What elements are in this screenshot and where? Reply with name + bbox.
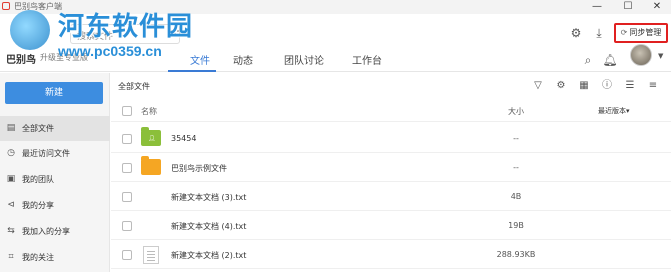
sidebar-item-team[interactable]: ▣ 我的团队 [0,167,110,192]
file-size: -- [513,134,519,143]
grid-view-icon[interactable]: ▦ [577,79,591,93]
sidebar-item-all-files[interactable]: ▤ 全部文件 [0,116,110,141]
file-name[interactable]: 新建文本文档 (3).txt [171,192,246,203]
minimize-button[interactable]: — [583,0,611,14]
team-icon: ▣ [6,174,16,184]
window-title: 巴别鸟客户端 [14,2,62,11]
file-list-panel: 全部文件 ▽ ⚙ ▦ ⓘ ☰ ≡ 名称 大小 最近版本▾ 👤︎ 35454 --… [111,73,671,272]
tab-files[interactable]: 文件 [190,52,210,67]
avatar-menu-caret-icon[interactable]: ▼ [658,52,663,60]
sync-manage-button[interactable]: ⟳ 同步管理 [614,23,668,43]
app-logo-icon [2,2,10,10]
document-icon [143,246,159,264]
tab-team-discussion[interactable]: 团队讨论 [284,52,324,67]
select-all-checkbox[interactable] [122,106,132,116]
table-row[interactable]: 新建文本文档 (3).txt 4B [111,183,671,211]
sidebar-item-label: 我加入的分享 [22,227,70,236]
sync-label: 同步管理 [629,28,662,37]
sidebar-item-recent[interactable]: ◷ 最近访问文件 [0,141,110,166]
recent-icon: ◷ [7,148,15,158]
gear-icon[interactable]: ⚙ [568,25,584,41]
search-input[interactable]: 搜索文件 [70,24,180,44]
table-row[interactable]: 新建文本文档 (4).txt 19B [111,212,671,240]
file-size: -- [513,163,519,172]
column-name[interactable]: 名称 [141,106,157,117]
top-header: 搜索文件 + ⚙ ⤓ ⟳ 同步管理 巴别鸟 升级至专业版 文件 动态 团队讨论 工… [0,14,671,72]
sort-icon[interactable]: ≡ [646,79,660,93]
search-icon[interactable]: ⌕ [580,52,596,68]
share-icon: ⊲ [7,200,15,210]
list-view-icon[interactable]: ☰ [623,79,637,93]
tab-activity[interactable]: 动态 [233,52,253,67]
settings-icon[interactable]: ⚙ [554,79,568,93]
row-checkbox[interactable] [122,250,132,260]
file-size: 288.93KB [496,250,536,259]
tab-workbench[interactable]: 工作台 [352,52,382,67]
nav-row: 巴别鸟 升级至专业版 文件 动态 团队讨论 工作台 ⌕ 🔔︎ [0,48,671,72]
maximize-button[interactable]: ☐ [614,0,642,14]
sidebar-item-label: 我的关注 [22,253,54,262]
breadcrumb[interactable]: 全部文件 [118,81,150,92]
table-row[interactable]: 巴别鸟示例文件 -- [111,154,671,182]
column-size[interactable]: 大小 [491,106,541,117]
add-button[interactable]: + [170,24,180,38]
sidebar-item-joined-share[interactable]: ⇆ 我加入的分享 [0,219,110,244]
new-button[interactable]: 新建 [5,82,103,104]
brand-name: 巴别鸟 [6,55,36,66]
file-name[interactable]: 新建文本文档 (2).txt [171,250,246,261]
joined-share-icon: ⇆ [7,226,15,236]
avatar[interactable] [630,44,652,66]
file-size: 19B [508,221,524,230]
sidebar-item-label: 我的团队 [22,175,54,184]
folder-icon [141,156,161,175]
all-files-icon: ▤ [6,123,16,133]
sidebar-item-follow[interactable]: ⌗ 我的关注 [0,245,110,270]
sidebar-item-label: 我的分享 [22,201,54,210]
filter-icon[interactable]: ▽ [531,79,545,93]
title-bar: 巴别鸟客户端 — ☐ ✕ [0,0,671,14]
column-version[interactable]: 最近版本▾ [598,106,630,116]
bell-icon[interactable]: 🔔︎ [602,52,618,68]
row-checkbox[interactable] [122,163,132,173]
info-icon[interactable]: ⓘ [600,79,614,93]
table-row[interactable]: 👤︎ 35454 -- [111,125,671,153]
sidebar-item-label: 全部文件 [22,124,54,133]
active-tab-indicator [168,70,216,72]
file-name[interactable]: 新建文本文档 (4).txt [171,221,246,232]
sidebar: 新建 ▤ 全部文件 ◷ 最近访问文件 ▣ 我的团队 ⊲ 我的分享 ⇆ 我加入的分… [0,73,110,272]
upgrade-link[interactable]: 升级至专业版 [40,52,88,63]
file-size: 4B [510,192,522,201]
file-name[interactable]: 35454 [171,134,196,143]
table-header: 名称 大小 最近版本▾ [111,100,671,122]
sidebar-item-label: 最近访问文件 [22,149,70,158]
sync-icon: ⟳ [620,28,628,37]
row-checkbox[interactable] [122,221,132,231]
row-checkbox[interactable] [122,134,132,144]
follow-icon: ⌗ [8,252,14,262]
file-name[interactable]: 巴别鸟示例文件 [171,163,227,174]
row-checkbox[interactable] [122,192,132,202]
app-window: 巴别鸟客户端 — ☐ ✕ 搜索文件 + ⚙ ⤓ ⟳ 同步管理 巴别鸟 升级至专业版… [0,0,671,272]
team-folder-icon: 👤︎ [141,127,161,146]
sidebar-item-my-share[interactable]: ⊲ 我的分享 [0,193,110,218]
close-button[interactable]: ✕ [643,0,671,14]
table-row[interactable]: 新建文本文档 (2).txt 288.93KB [111,241,671,269]
download-icon[interactable]: ⤓ [591,25,607,41]
